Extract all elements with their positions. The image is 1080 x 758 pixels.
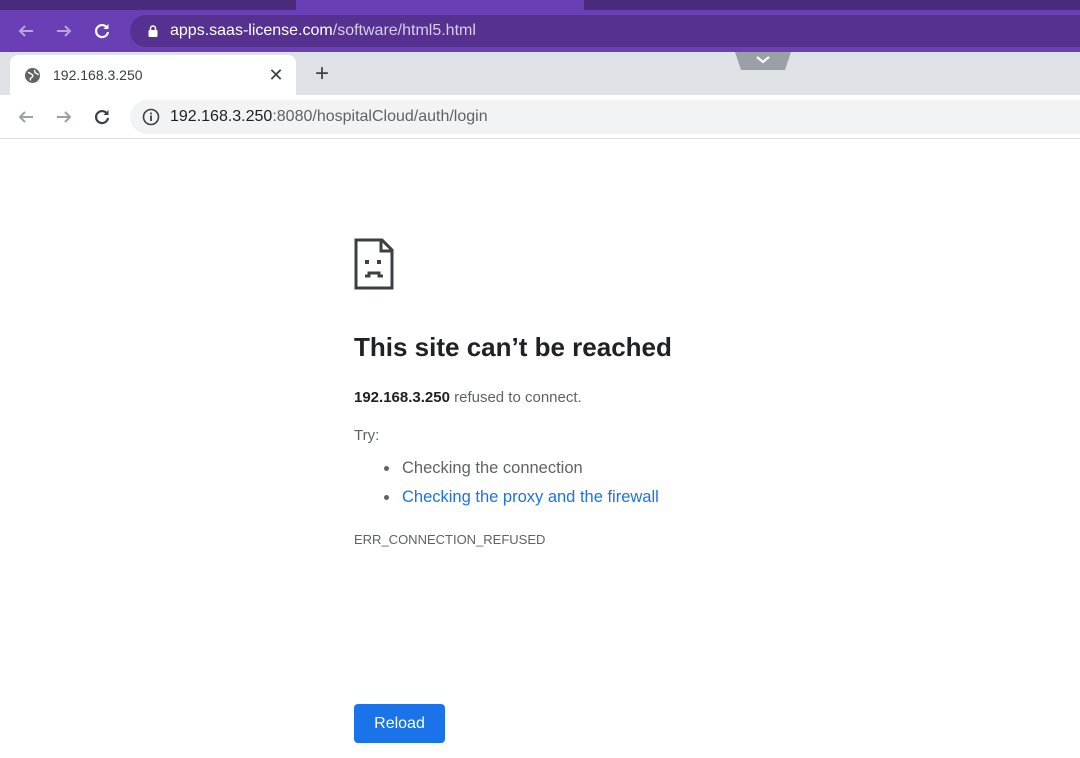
- suggestions-list: Checking the connection Checking the pro…: [382, 454, 659, 512]
- new-tab-button[interactable]: +: [308, 60, 336, 88]
- outer-url: apps.saas-license.com/software/html5.htm…: [170, 15, 476, 47]
- reload-icon: [94, 24, 110, 39]
- page-url-host: 192.168.3.250: [170, 108, 273, 125]
- forward-arrow-icon: [57, 25, 72, 37]
- outer-tab-strip: [0, 0, 1080, 10]
- outer-address-bar[interactable]: apps.saas-license.com/software/html5.htm…: [130, 15, 1080, 47]
- outer-reload-button[interactable]: [84, 10, 120, 52]
- outer-url-path: /software/html5.html: [332, 22, 476, 39]
- globe-icon: [25, 68, 40, 83]
- try-label: Try:: [354, 427, 380, 444]
- tab-title: 192.168.3.250: [53, 67, 143, 83]
- error-code: ERR_CONNECTION_REFUSED: [354, 532, 546, 547]
- back-arrow-icon: [18, 111, 33, 123]
- error-headline: This site can’t be reached: [354, 332, 672, 362]
- outer-active-tab[interactable]: [296, 0, 584, 10]
- forward-arrow-icon: [57, 111, 72, 123]
- tab-strip: 192.168.3.250 ✕ +: [0, 52, 1080, 95]
- forward-button[interactable]: [46, 95, 82, 139]
- error-host: 192.168.3.250: [354, 389, 450, 406]
- error-summary-text: refused to connect.: [449, 389, 582, 406]
- outer-toolbar: apps.saas-license.com/software/html5.htm…: [0, 10, 1080, 52]
- outer-back-button[interactable]: [8, 10, 44, 52]
- toolbar: 192.168.3.250:8080/hospitalCloud/auth/lo…: [0, 95, 1080, 139]
- reload-icon: [94, 110, 110, 125]
- back-arrow-icon: [18, 25, 33, 37]
- chevron-down-icon[interactable]: [735, 52, 791, 70]
- address-bar[interactable]: 192.168.3.250:8080/hospitalCloud/auth/lo…: [130, 100, 1080, 134]
- outer-url-host: apps.saas-license.com: [170, 22, 333, 39]
- reload-button[interactable]: [84, 95, 120, 139]
- lock-icon: [148, 25, 158, 37]
- reload-page-button[interactable]: Reload: [354, 704, 445, 743]
- tab-active[interactable]: 192.168.3.250 ✕: [10, 55, 296, 95]
- back-button[interactable]: [8, 95, 44, 139]
- suggestion-check-proxy-link[interactable]: Checking the proxy and the firewall: [382, 483, 659, 512]
- tab-close-icon[interactable]: ✕: [266, 65, 286, 85]
- page-url-rest: :8080/hospitalCloud/auth/login: [272, 108, 488, 125]
- outer-forward-button[interactable]: [46, 10, 82, 52]
- error-summary: 192.168.3.250 refused to connect.: [354, 389, 582, 406]
- suggestion-check-connection: Checking the connection: [382, 454, 659, 483]
- info-icon[interactable]: [142, 108, 160, 126]
- sad-page-icon: [354, 238, 394, 290]
- page-url: 192.168.3.250:8080/hospitalCloud/auth/lo…: [170, 100, 488, 134]
